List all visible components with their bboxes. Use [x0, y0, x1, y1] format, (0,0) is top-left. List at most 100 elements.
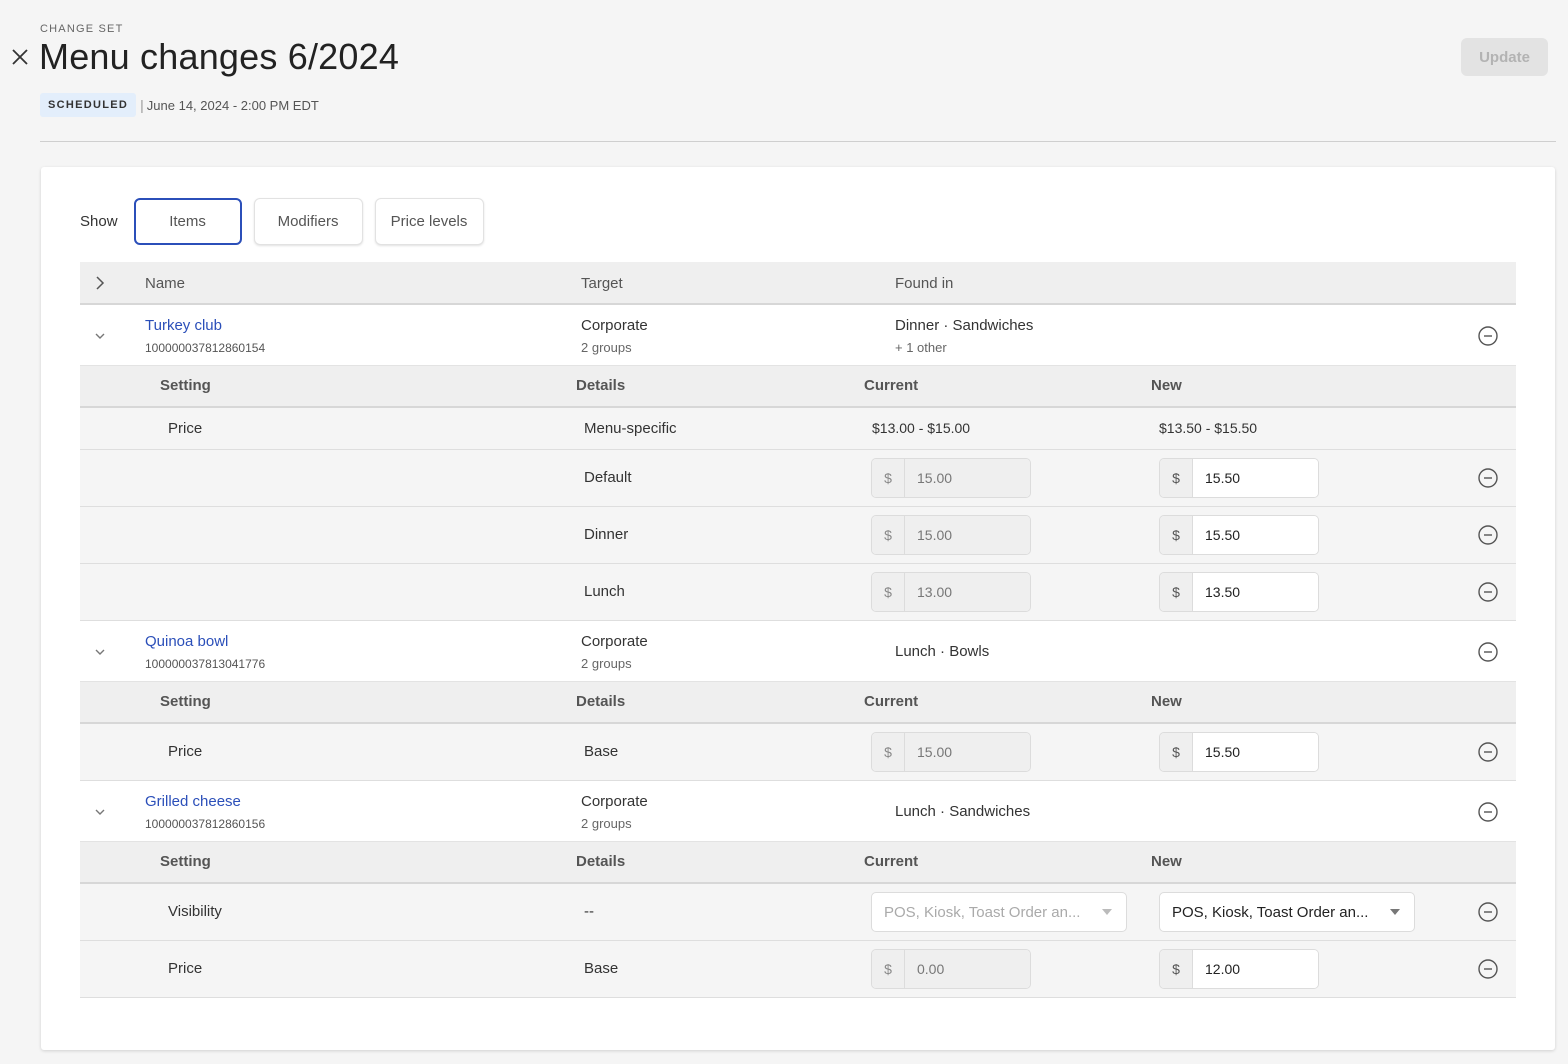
new-visibility-value: POS, Kiosk, Toast Order an...	[1172, 903, 1369, 921]
new-price-value[interactable]: 12.00	[1193, 950, 1318, 988]
item-name-link[interactable]: Turkey club	[145, 317, 222, 334]
sub-column-new: New	[1151, 853, 1182, 870]
current-price-field: $15.00	[871, 732, 1031, 772]
setting-name: Visibility	[168, 903, 222, 920]
item-name-link[interactable]: Grilled cheese	[145, 793, 241, 810]
column-target[interactable]: Target	[581, 275, 623, 292]
filter-modifiers-button[interactable]: Modifiers	[253, 198, 363, 245]
sub-column-new: New	[1151, 693, 1182, 710]
close-button[interactable]	[10, 47, 30, 67]
header-divider	[40, 141, 1556, 142]
column-found-in[interactable]: Found in	[895, 275, 953, 292]
item-found-in: Dinner · Sandwiches	[895, 317, 1034, 334]
setting-details: Default	[584, 469, 632, 486]
remove-icon[interactable]	[1477, 467, 1499, 489]
new-price-input[interactable]: $12.00	[1159, 949, 1319, 989]
setting-details: --	[584, 903, 594, 920]
item-target-sub: 2 groups	[581, 656, 632, 671]
settings-header: Setting Details Current New	[80, 366, 1516, 408]
table-row: Grilled cheese 100000037812860156 Corpor…	[80, 781, 1516, 842]
setting-row: Price Menu-specific $13.00 - $15.00 $13.…	[80, 408, 1516, 450]
settings-header: Setting Details Current New	[80, 682, 1516, 724]
update-button[interactable]: Update	[1461, 38, 1548, 76]
item-found-in-sub: + 1 other	[895, 340, 947, 355]
setting-row: Visibility -- POS, Kiosk, Toast Order an…	[80, 884, 1516, 941]
chevron-down-icon[interactable]	[93, 645, 107, 659]
setting-current: $13.00 - $15.00	[872, 420, 971, 436]
new-price-input[interactable]: $15.50	[1159, 458, 1319, 498]
item-target: Corporate	[581, 317, 648, 334]
setting-row: Dinner $15.00 $15.50	[80, 507, 1516, 564]
new-price-input[interactable]: $13.50	[1159, 572, 1319, 612]
sub-column-details: Details	[576, 853, 626, 870]
current-visibility-value: POS, Kiosk, Toast Order an...	[884, 903, 1081, 921]
column-name[interactable]: Name	[145, 275, 185, 292]
sub-column-setting: Setting	[160, 853, 211, 870]
setting-details: Base	[584, 743, 619, 760]
close-icon	[12, 49, 28, 65]
sub-column-setting: Setting	[160, 377, 211, 394]
item-id: 100000037812860154	[145, 341, 266, 355]
new-price-value[interactable]: 15.50	[1193, 459, 1318, 497]
currency-symbol: $	[872, 573, 905, 611]
current-price-field: $0.00	[871, 949, 1031, 989]
item-id: 100000037812860156	[145, 817, 266, 831]
sub-column-details: Details	[576, 377, 626, 394]
remove-icon[interactable]	[1477, 325, 1499, 347]
item-found-in: Lunch · Bowls	[895, 643, 990, 660]
currency-symbol: $	[1160, 573, 1193, 611]
remove-icon[interactable]	[1477, 524, 1499, 546]
setting-row: Lunch $13.00 $13.50	[80, 564, 1516, 621]
table-row: Quinoa bowl 100000037813041776 Corporate…	[80, 621, 1516, 682]
show-label: Show	[80, 213, 118, 230]
setting-row: Price Base $15.00 $15.50	[80, 724, 1516, 781]
table-row: Turkey club 100000037812860154 Corporate…	[80, 305, 1516, 366]
current-price-field: $15.00	[871, 458, 1031, 498]
remove-icon[interactable]	[1477, 641, 1499, 663]
setting-name: Price	[168, 960, 203, 977]
new-price-input[interactable]: $15.50	[1159, 732, 1319, 772]
page-header: CHANGE SET Menu changes 6/2024 SCHEDULED…	[0, 0, 1568, 142]
expand-all-chevron-icon[interactable]	[93, 276, 107, 290]
item-target-sub: 2 groups	[581, 340, 632, 355]
setting-details: Base	[584, 960, 619, 977]
changes-card: Show Items Modifiers Price levels Name T…	[41, 167, 1555, 1050]
current-price-value: 15.00	[905, 459, 1030, 497]
dropdown-caret-icon	[1390, 909, 1400, 915]
chevron-down-icon[interactable]	[93, 805, 107, 819]
new-price-value[interactable]: 13.50	[1193, 573, 1318, 611]
chevron-down-icon[interactable]	[93, 329, 107, 343]
setting-new: $13.50 - $15.50	[1159, 420, 1258, 436]
filter-price-levels-button[interactable]: Price levels	[374, 198, 484, 245]
page-title: Menu changes 6/2024	[39, 36, 400, 77]
current-price-value: 13.00	[905, 573, 1030, 611]
setting-details: Dinner	[584, 526, 629, 543]
item-target: Corporate	[581, 793, 648, 810]
currency-symbol: $	[1160, 459, 1193, 497]
current-price-field: $13.00	[871, 572, 1031, 612]
filter-bar: Show Items Modifiers Price levels	[80, 198, 496, 245]
current-price-field: $15.00	[871, 515, 1031, 555]
remove-icon[interactable]	[1477, 801, 1499, 823]
new-price-value[interactable]: 15.50	[1193, 516, 1318, 554]
item-name-link[interactable]: Quinoa bowl	[145, 633, 228, 650]
changes-table: Name Target Found in Turkey club 1000000…	[80, 262, 1516, 998]
setting-details: Lunch	[584, 583, 625, 600]
table-header: Name Target Found in	[80, 262, 1516, 305]
settings-header: Setting Details Current New	[80, 842, 1516, 884]
remove-icon[interactable]	[1477, 901, 1499, 923]
sub-column-current: Current	[864, 377, 919, 394]
remove-icon[interactable]	[1477, 741, 1499, 763]
item-target: Corporate	[581, 633, 648, 650]
currency-symbol: $	[872, 516, 905, 554]
scheduled-date: June 14, 2024 - 2:00 PM EDT	[146, 97, 319, 113]
remove-icon[interactable]	[1477, 958, 1499, 980]
new-price-value[interactable]: 15.50	[1193, 733, 1318, 771]
sub-column-current: Current	[864, 853, 919, 870]
filter-items-button[interactable]: Items	[133, 198, 242, 245]
remove-icon[interactable]	[1477, 581, 1499, 603]
setting-row: Price Base $0.00 $12.00	[80, 941, 1516, 998]
setting-name: Price	[168, 743, 203, 760]
new-price-input[interactable]: $15.50	[1159, 515, 1319, 555]
new-visibility-select[interactable]: POS, Kiosk, Toast Order an...	[1159, 892, 1415, 932]
